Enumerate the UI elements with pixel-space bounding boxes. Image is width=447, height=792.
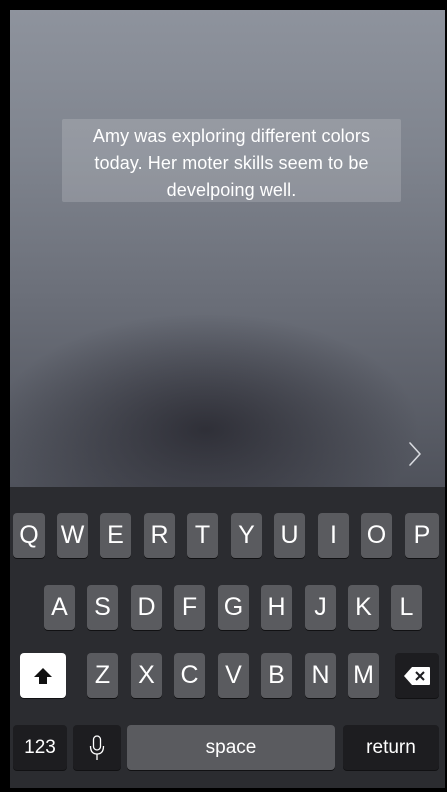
numbers-key[interactable]: 123 xyxy=(13,725,67,770)
dictation-key[interactable] xyxy=(73,725,121,770)
key-j[interactable]: J xyxy=(305,585,336,630)
key-d[interactable]: D xyxy=(131,585,162,630)
key-g[interactable]: G xyxy=(218,585,249,630)
key-f[interactable]: F xyxy=(174,585,205,630)
key-o[interactable]: O xyxy=(361,513,392,558)
key-b[interactable]: B xyxy=(261,653,292,698)
key-c[interactable]: C xyxy=(174,653,205,698)
return-key[interactable]: return xyxy=(343,725,439,770)
key-i[interactable]: I xyxy=(318,513,349,558)
key-y[interactable]: Y xyxy=(231,513,262,558)
shift-key[interactable] xyxy=(20,653,66,698)
key-k[interactable]: K xyxy=(348,585,379,630)
key-q[interactable]: Q xyxy=(13,513,45,558)
shift-icon xyxy=(34,667,52,684)
key-m[interactable]: M xyxy=(348,653,379,698)
key-x[interactable]: X xyxy=(131,653,162,698)
key-n[interactable]: N xyxy=(305,653,336,698)
key-v[interactable]: V xyxy=(218,653,249,698)
backspace-icon xyxy=(404,666,430,685)
note-text[interactable]: Amy was exploring different colors today… xyxy=(62,119,401,202)
key-u[interactable]: U xyxy=(274,513,305,558)
chevron-right-icon xyxy=(409,442,421,466)
note-background: Amy was exploring different colors today… xyxy=(10,10,445,487)
key-z[interactable]: Z xyxy=(87,653,118,698)
key-t[interactable]: T xyxy=(187,513,218,558)
screen: Amy was exploring different colors today… xyxy=(10,10,445,788)
key-r[interactable]: R xyxy=(144,513,175,558)
key-p[interactable]: P xyxy=(405,513,439,558)
key-l[interactable]: L xyxy=(391,585,422,630)
keyboard: Q W E R T Y U I O P A S D F G H J K L Z … xyxy=(10,487,445,788)
space-key[interactable]: space xyxy=(127,725,335,770)
key-s[interactable]: S xyxy=(87,585,118,630)
device-frame: Amy was exploring different colors today… xyxy=(0,0,447,792)
key-h[interactable]: H xyxy=(261,585,292,630)
key-e[interactable]: E xyxy=(100,513,131,558)
key-w[interactable]: W xyxy=(57,513,88,558)
microphone-icon xyxy=(89,734,105,760)
delete-key[interactable] xyxy=(395,653,439,698)
key-a[interactable]: A xyxy=(44,585,75,630)
next-button[interactable] xyxy=(405,436,425,472)
